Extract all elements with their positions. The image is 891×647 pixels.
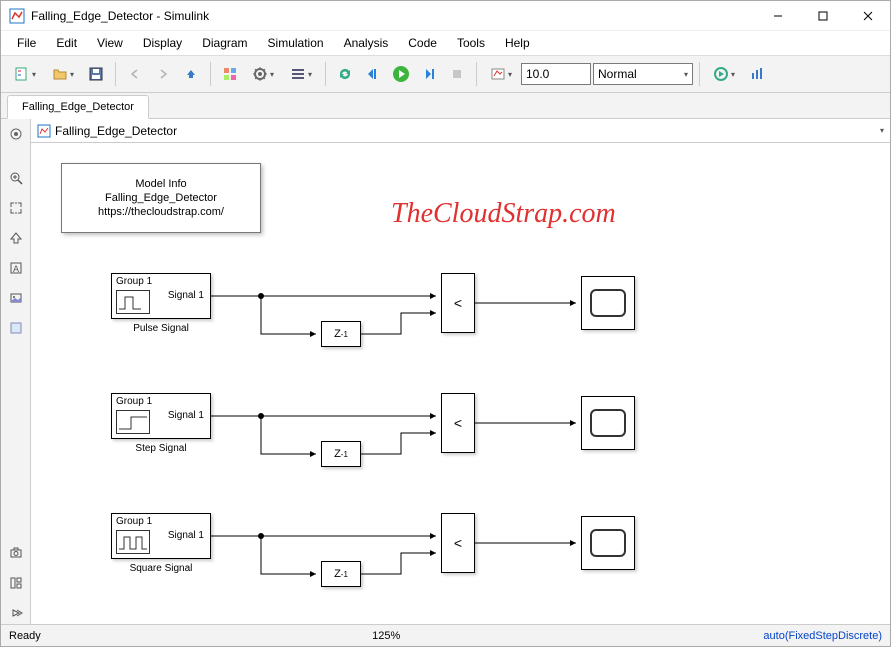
expand-icon[interactable] — [5, 602, 27, 624]
statusbar: Ready 125% auto(FixedStepDiscrete) — [1, 624, 890, 646]
source-port-label: Signal 1 — [168, 410, 204, 421]
model-browser-icon[interactable] — [5, 572, 27, 594]
canvas-area: Falling_Edge_Detector ▾ Model Info Falli… — [31, 119, 890, 624]
run-button[interactable] — [388, 61, 414, 87]
model-info-block[interactable]: Model Info Falling_Edge_Detector https:/… — [61, 163, 261, 233]
simulation-mode-select[interactable]: Normal▾ — [593, 63, 693, 85]
model-explorer-button[interactable]: ▾ — [283, 61, 319, 87]
tab-model[interactable]: Falling_Edge_Detector — [7, 95, 149, 119]
screenshot-icon[interactable] — [5, 542, 27, 564]
step-forward-button[interactable] — [416, 61, 442, 87]
model-canvas[interactable]: Model Info Falling_Edge_Detector https:/… — [31, 143, 890, 624]
menu-view[interactable]: View — [87, 33, 133, 53]
zoom-icon[interactable] — [5, 167, 27, 189]
close-button[interactable] — [845, 1, 890, 31]
source-group-label: Group 1 — [116, 516, 152, 527]
model-icon — [37, 124, 51, 138]
step-waveform-icon — [116, 410, 150, 434]
step-back-button[interactable] — [360, 61, 386, 87]
square-waveform-icon — [116, 530, 150, 554]
menu-analysis[interactable]: Analysis — [334, 33, 399, 53]
source-block-pulse[interactable]: Group 1 Signal 1 — [111, 273, 211, 319]
source-block-step[interactable]: Group 1 Signal 1 — [111, 393, 211, 439]
breadcrumb-dropdown-icon[interactable]: ▾ — [880, 126, 884, 135]
save-button[interactable] — [83, 61, 109, 87]
compare-block-0[interactable]: < — [441, 273, 475, 333]
fast-restart-button[interactable]: ▾ — [706, 61, 742, 87]
breadcrumb-model-name[interactable]: Falling_Edge_Detector — [55, 124, 177, 138]
source-name-square: Square Signal — [111, 563, 211, 574]
window-controls — [755, 1, 890, 31]
main-area: A Falling_Edge_Detector ▾ Model Info Fal… — [1, 119, 890, 624]
maximize-button[interactable] — [800, 1, 845, 31]
unit-delay-block-2[interactable]: Z-1 — [321, 561, 361, 587]
menu-simulation[interactable]: Simulation — [258, 33, 334, 53]
menu-edit[interactable]: Edit — [46, 33, 87, 53]
scope-block-1[interactable] — [581, 396, 635, 450]
menu-display[interactable]: Display — [133, 33, 192, 53]
new-model-button[interactable]: ▾ — [7, 61, 43, 87]
simulink-app-icon — [9, 8, 25, 24]
model-info-line3: https://thecloudstrap.com/ — [98, 205, 224, 219]
titlebar: Falling_Edge_Detector - Simulink — [1, 1, 890, 31]
toggle-perspective-icon[interactable] — [5, 227, 27, 249]
scope-block-0[interactable] — [581, 276, 635, 330]
scope-screen-icon — [590, 409, 626, 437]
back-button — [122, 61, 148, 87]
scope-block-2[interactable] — [581, 516, 635, 570]
window-title: Falling_Edge_Detector - Simulink — [31, 9, 755, 23]
stop-button — [444, 61, 470, 87]
menu-help[interactable]: Help — [495, 33, 540, 53]
source-name-pulse: Pulse Signal — [111, 323, 211, 334]
menu-file[interactable]: File — [7, 33, 46, 53]
minimize-button[interactable] — [755, 1, 800, 31]
simulation-mode-value: Normal — [598, 67, 637, 81]
unit-delay-block-1[interactable]: Z-1 — [321, 441, 361, 467]
forward-button — [150, 61, 176, 87]
source-name-step: Step Signal — [111, 443, 211, 454]
unit-delay-block-0[interactable]: Z-1 — [321, 321, 361, 347]
left-palette: A — [1, 119, 31, 624]
model-info-line1: Model Info — [135, 177, 186, 191]
source-group-label: Group 1 — [116, 396, 152, 407]
fit-to-view-icon[interactable] — [5, 197, 27, 219]
model-info-line2: Falling_Edge_Detector — [105, 191, 217, 205]
watermark-text: TheCloudStrap.com — [391, 198, 616, 230]
up-button[interactable] — [178, 61, 204, 87]
compare-block-1[interactable]: < — [441, 393, 475, 453]
toolbar: ▾ ▾ ▾ ▾ ▾ Normal▾ ▾ — [1, 55, 890, 93]
status-solver[interactable]: auto(FixedStepDiscrete) — [763, 630, 882, 642]
annotation-icon[interactable]: A — [5, 257, 27, 279]
menu-code[interactable]: Code — [398, 33, 447, 53]
breadcrumb: Falling_Edge_Detector ▾ — [31, 119, 890, 143]
scope-screen-icon — [590, 529, 626, 557]
record-button[interactable]: ▾ — [483, 61, 519, 87]
svg-text:A: A — [13, 264, 19, 274]
area-icon[interactable] — [5, 317, 27, 339]
open-button[interactable]: ▾ — [45, 61, 81, 87]
scope-screen-icon — [590, 289, 626, 317]
compare-block-2[interactable]: < — [441, 513, 475, 573]
source-group-label: Group 1 — [116, 276, 152, 287]
menu-tools[interactable]: Tools — [447, 33, 495, 53]
pulse-waveform-icon — [116, 290, 150, 314]
status-zoom[interactable]: 125% — [336, 630, 436, 642]
build-button[interactable] — [744, 61, 770, 87]
source-port-label: Signal 1 — [168, 530, 204, 541]
source-port-label: Signal 1 — [168, 290, 204, 301]
menu-diagram[interactable]: Diagram — [192, 33, 257, 53]
update-diagram-button[interactable] — [332, 61, 358, 87]
model-config-button[interactable]: ▾ — [245, 61, 281, 87]
hide-navigate-icon[interactable] — [5, 123, 27, 145]
stop-time-input[interactable] — [521, 63, 591, 85]
image-icon[interactable] — [5, 287, 27, 309]
menubar: File Edit View Display Diagram Simulatio… — [1, 31, 890, 55]
library-browser-button[interactable] — [217, 61, 243, 87]
status-ready: Ready — [9, 630, 336, 642]
source-block-square[interactable]: Group 1 Signal 1 — [111, 513, 211, 559]
tabbar: Falling_Edge_Detector — [1, 93, 890, 119]
tab-label: Falling_Edge_Detector — [22, 101, 134, 113]
